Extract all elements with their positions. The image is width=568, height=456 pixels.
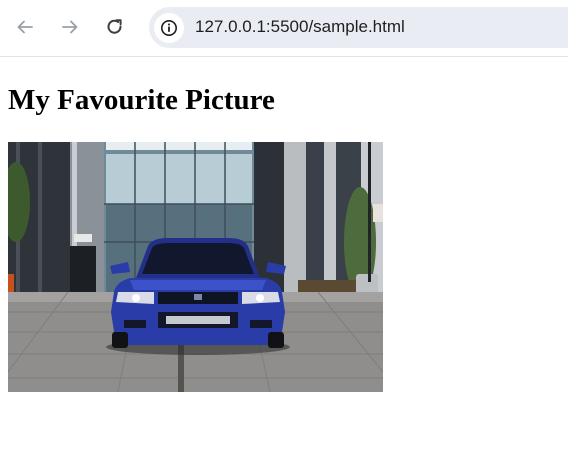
reload-button[interactable] (98, 10, 132, 44)
site-info-button[interactable] (154, 13, 184, 43)
page-heading: My Favourite Picture (8, 84, 275, 116)
info-icon (161, 20, 177, 36)
reload-icon (107, 19, 122, 34)
page-content: My Favourite Picture (0, 58, 568, 456)
back-button[interactable] (8, 10, 42, 44)
car-picture (8, 142, 383, 392)
forward-arrow-icon (62, 20, 78, 34)
browser-toolbar: 127.0.0.1:5500/sample.html (0, 0, 568, 57)
url-text[interactable]: 127.0.0.1:5500/sample.html (195, 16, 405, 38)
back-arrow-icon (17, 20, 33, 34)
forward-button[interactable] (53, 10, 87, 44)
